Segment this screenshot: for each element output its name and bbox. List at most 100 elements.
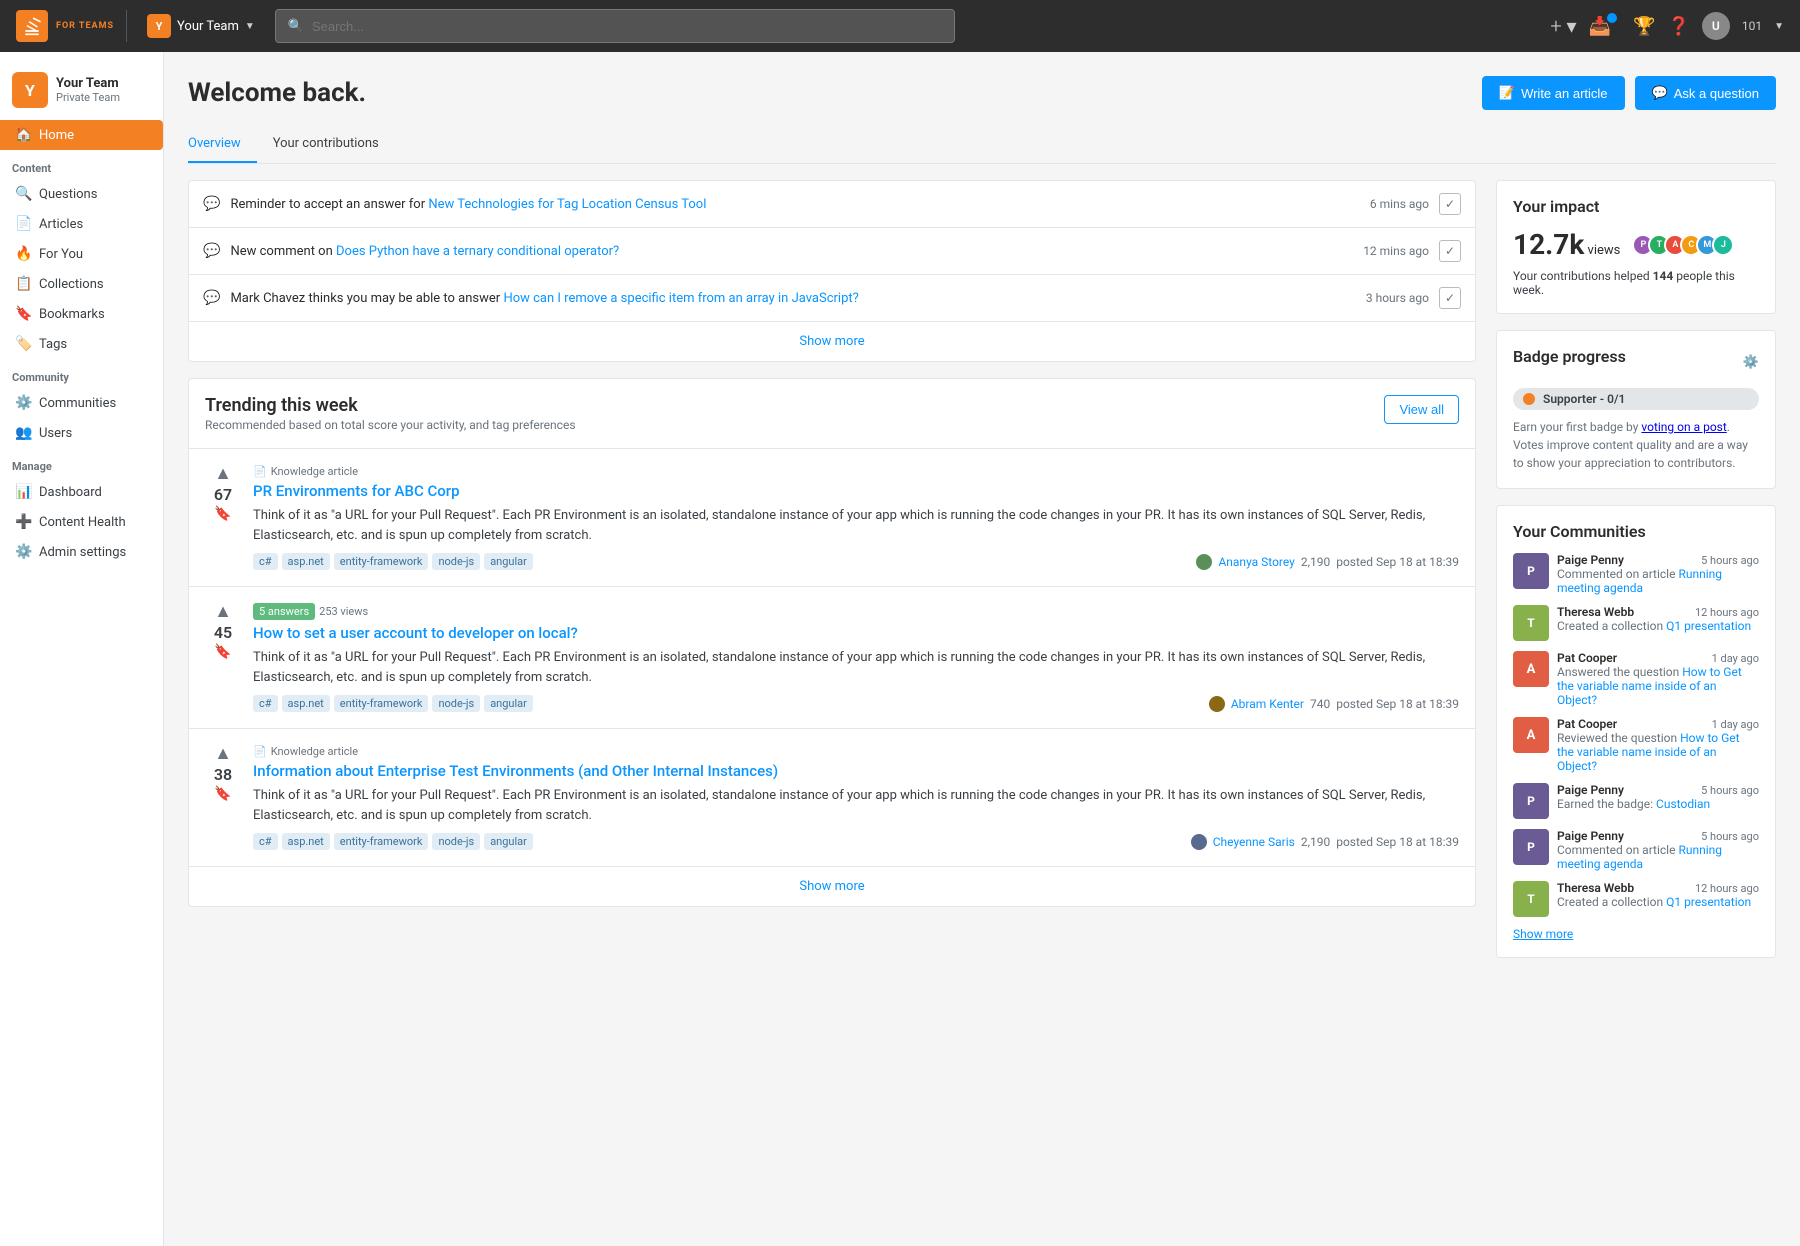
sidebar-bookmarks-label: Bookmarks (39, 307, 105, 322)
sidebar-item-bookmarks[interactable]: 🔖 Bookmarks (0, 299, 163, 329)
author-name-1[interactable]: Abram Kenter (1231, 697, 1304, 711)
notif-text-1: New comment on Does Python have a ternar… (230, 244, 1353, 259)
community-name-6: Theresa Webb (1557, 881, 1634, 895)
sidebar-item-content-health[interactable]: ➕ Content Health (0, 507, 163, 537)
tag-cs-2[interactable]: c# (253, 833, 278, 850)
author-name-2[interactable]: Cheyenne Saris (1213, 835, 1295, 849)
notif-link-1[interactable]: Does Python have a ternary conditional o… (336, 244, 619, 259)
upvote-0[interactable]: ▲ (214, 465, 232, 483)
community-link-6[interactable]: Q1 presentation (1666, 895, 1751, 909)
article-desc-0: Think of it as "a URL for your Pull Requ… (253, 506, 1459, 545)
upvote-2[interactable]: ▲ (214, 745, 232, 763)
sidebar-item-collections[interactable]: 📋 Collections (0, 269, 163, 299)
tag-ef-1[interactable]: entity-framework (334, 695, 429, 712)
bookmark-1[interactable]: 🔖 (214, 644, 231, 660)
sidebar-item-communities[interactable]: ⚙️ Communities (0, 388, 163, 418)
community-action-text-4: Earned the badge: (1557, 797, 1656, 811)
notif-check-0[interactable]: ✓ (1439, 193, 1461, 215)
author-rep-0: 2,190 (1301, 555, 1330, 569)
badge-settings-icon[interactable]: ⚙️ (1743, 355, 1759, 370)
upvote-1[interactable]: ▲ (214, 603, 232, 621)
notification-dot (1607, 13, 1617, 23)
team-selector[interactable]: Y Your Team ▼ (139, 10, 263, 42)
tag-nodejs-1[interactable]: node-js (432, 695, 480, 712)
community-name-2: Pat Cooper (1557, 651, 1617, 665)
notif-check-2[interactable]: ✓ (1439, 287, 1461, 309)
article-title-2[interactable]: Information about Enterprise Test Enviro… (253, 762, 1459, 780)
communities-show-more[interactable]: Show more (1513, 927, 1759, 941)
trending-subtitle: Recommended based on total score your ac… (205, 418, 576, 432)
notifications-show-more[interactable]: Show more (189, 322, 1475, 361)
sidebar-item-dashboard[interactable]: 📊 Dashboard (0, 477, 163, 507)
tab-overview[interactable]: Overview (188, 126, 257, 163)
community-link-4[interactable]: Custodian (1656, 797, 1710, 811)
posted-1: posted Sep 18 at 18:39 (1336, 697, 1459, 711)
sidebar-content-health-label: Content Health (39, 515, 126, 530)
trending-show-more[interactable]: Show more (189, 867, 1475, 906)
sidebar-communities-label: Communities (39, 396, 116, 411)
notif-prefix-2: Mark Chavez thinks you may be able to an… (230, 291, 503, 306)
author-name-0[interactable]: Ananya Storey (1218, 555, 1294, 569)
user-avatar[interactable]: U (1702, 12, 1730, 40)
sidebar-item-home[interactable]: 🏠 Home (0, 120, 163, 150)
badge-desc-link[interactable]: voting on a post (1641, 420, 1726, 434)
search-icon: 🔍 (288, 19, 304, 34)
tag-aspnet-0[interactable]: asp.net (282, 553, 330, 570)
sidebar-item-for-you[interactable]: 🔥 For You (0, 239, 163, 269)
bookmark-2[interactable]: 🔖 (214, 786, 231, 802)
sidebar-item-admin[interactable]: ⚙️ Admin settings (0, 537, 163, 567)
article-footer-2: c# asp.net entity-framework node-js angu… (253, 833, 1459, 850)
for-you-icon: 🔥 (15, 246, 31, 262)
sidebar-item-questions[interactable]: 🔍 Questions (0, 179, 163, 209)
write-article-button[interactable]: 📝 Write an article (1482, 76, 1625, 110)
article-title-0[interactable]: PR Environments for ABC Corp (253, 482, 1459, 500)
article-footer-0: c# asp.net entity-framework node-js angu… (253, 553, 1459, 570)
bookmarks-icon: 🔖 (15, 306, 31, 322)
tag-angular-0[interactable]: angular (484, 553, 533, 570)
view-all-button[interactable]: View all (1384, 395, 1459, 424)
tag-ef-2[interactable]: entity-framework (334, 833, 429, 850)
search-input[interactable] (312, 19, 942, 34)
notif-link-2[interactable]: How can I remove a specific item from an… (503, 291, 858, 306)
collections-icon: 📋 (15, 276, 31, 292)
sidebar-questions-label: Questions (39, 187, 97, 202)
communities-title: Your Communities (1513, 522, 1759, 541)
tag-nodejs-0[interactable]: node-js (432, 553, 480, 570)
tag-aspnet-2[interactable]: asp.net (282, 833, 330, 850)
community-avatar-6: T (1513, 881, 1549, 917)
vote-count-0: 67 (214, 485, 232, 504)
tag-nodejs-2[interactable]: node-js (432, 833, 480, 850)
add-button[interactable]: + ▾ (1550, 14, 1576, 38)
tag-ef-0[interactable]: entity-framework (334, 553, 429, 570)
tag-angular-2[interactable]: angular (484, 833, 533, 850)
article-type-icon-0: 📄 (253, 465, 267, 478)
notif-prefix-1: New comment on (230, 244, 336, 259)
notif-item-0: 💬 Reminder to accept an answer for New T… (189, 181, 1475, 228)
help-icon[interactable]: ❓ (1667, 16, 1689, 37)
sidebar-item-users[interactable]: 👥 Users (0, 418, 163, 448)
bookmark-0[interactable]: 🔖 (214, 506, 231, 522)
ask-question-button[interactable]: 💬 Ask a question (1635, 76, 1776, 110)
sidebar-item-tags[interactable]: 🏷️ Tags (0, 329, 163, 359)
notif-check-1[interactable]: ✓ (1439, 240, 1461, 262)
tag-cs-0[interactable]: c# (253, 553, 278, 570)
notif-link-0[interactable]: New Technologies for Tag Location Census… (428, 197, 706, 212)
tag-angular-1[interactable]: angular (484, 695, 533, 712)
tag-aspnet-1[interactable]: asp.net (282, 695, 330, 712)
community-link-1[interactable]: Q1 presentation (1666, 619, 1751, 633)
sidebar-team-logo: Y (12, 72, 48, 108)
team-dropdown-icon: ▼ (245, 21, 255, 32)
tab-contributions[interactable]: Your contributions (273, 126, 395, 163)
search-bar[interactable]: 🔍 (275, 9, 955, 43)
article-type-2: 📄 Knowledge article (253, 745, 1459, 758)
achievements-icon[interactable]: 🏆 (1633, 16, 1655, 37)
tag-cs-1[interactable]: c# (253, 695, 278, 712)
communities-icon: ⚙️ (15, 395, 31, 411)
sidebar-item-articles[interactable]: 📄 Articles (0, 209, 163, 239)
user-dropdown-icon: ▼ (1774, 21, 1784, 32)
article-title-1[interactable]: How to set a user account to developer o… (253, 624, 1459, 642)
article-item-2: ▲ 38 🔖 📄 Knowledge article Information a… (189, 729, 1475, 867)
article-tags-0: c# asp.net entity-framework node-js angu… (253, 553, 533, 570)
community-text-1: Theresa Webb 12 hours ago Created a coll… (1557, 605, 1759, 633)
vote-col-1: ▲ 45 🔖 (205, 603, 241, 660)
